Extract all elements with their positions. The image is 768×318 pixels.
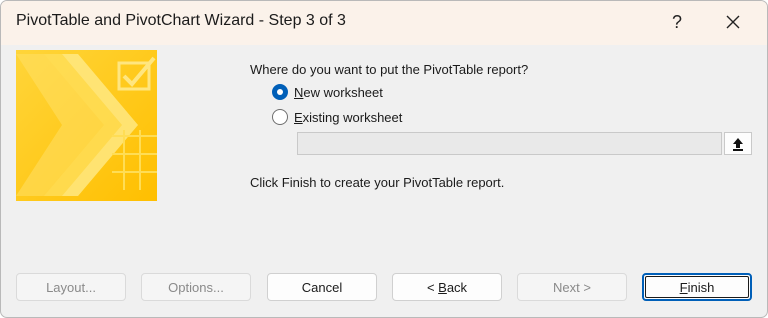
back-button[interactable]: < Back [392,273,502,301]
destination-prompt: Where do you want to put the PivotTable … [250,62,529,77]
window-title: PivotTable and PivotChart Wizard - Step … [16,12,346,29]
close-icon [726,15,740,29]
options-button[interactable]: Options... [141,273,251,301]
focus-ring [645,276,749,298]
existing-worksheet-label[interactable]: Existing worksheet [294,110,402,125]
existing-worksheet-radio[interactable] [272,109,288,125]
close-button[interactable] [711,5,755,39]
layout-button[interactable]: Layout... [16,273,126,301]
finish-hint: Click Finish to create your PivotTable r… [250,175,505,190]
collapse-dialog-button[interactable] [724,132,752,155]
title-bar: PivotTable and PivotChart Wizard - Step … [1,1,767,45]
wizard-graphic-icon [16,50,157,201]
existing-worksheet-option[interactable]: Existing worksheet [272,107,402,127]
next-button-label: Next > [553,279,591,295]
upload-arrow-icon [733,137,743,151]
new-worksheet-radio[interactable] [272,84,288,100]
cancel-button[interactable]: Cancel [267,273,377,301]
cancel-button-label: Cancel [301,279,343,295]
next-button[interactable]: Next > [517,273,627,301]
layout-button-label: Layout... [46,279,96,295]
finish-button[interactable]: Finish [642,273,752,301]
new-worksheet-label[interactable]: New worksheet [294,85,383,100]
new-worksheet-option[interactable]: New worksheet [272,82,383,102]
location-input[interactable] [297,132,722,155]
wizard-dialog: PivotTable and PivotChart Wizard - Step … [0,0,768,318]
help-icon: ? [671,11,682,32]
back-button-label: < Back [426,279,468,295]
help-button[interactable]: ? [657,5,697,39]
options-button-label: Options... [168,279,224,295]
